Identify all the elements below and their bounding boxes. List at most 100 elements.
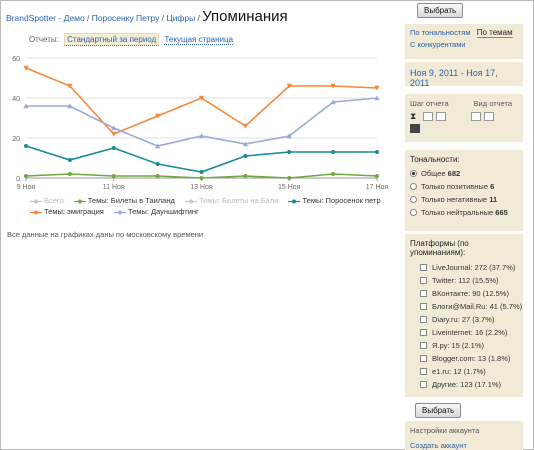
checkbox-icon[interactable]: [420, 316, 427, 323]
checkbox-icon[interactable]: [420, 264, 427, 271]
mode-by-topics-active[interactable]: По темам: [476, 28, 513, 38]
step-month-icon[interactable]: [410, 124, 420, 133]
report-tabs: Отчеты: Стандартный за период Текущая ст…: [29, 33, 234, 46]
platform-label: Я.ру: 15 (2.1%): [432, 341, 485, 350]
data-point: [375, 174, 379, 178]
series-line-5: [26, 97, 378, 147]
legend-item-all[interactable]: Всего: [30, 195, 64, 206]
breadcrumb-link-figures[interactable]: Цифры: [166, 13, 195, 23]
x-tick-label: 15 Ноя: [278, 184, 301, 191]
tonality-option-neutral[interactable]: Только нейтральные 665: [410, 206, 518, 219]
mode-competitors-link[interactable]: С конкурентами: [410, 40, 466, 49]
breadcrumb: BrandSpotter - Демо / Поросенку Петру / …: [6, 8, 288, 25]
series-line-3: [25, 145, 377, 173]
platform-label: LiveJournal: 272 (37.7%): [432, 263, 516, 272]
create-account-link[interactable]: Создать аккаунт: [410, 441, 467, 450]
y-tick-label: 40: [12, 96, 20, 103]
checkbox-icon[interactable]: [420, 342, 427, 349]
legend-label: Темы: Билеты на Бали: [198, 196, 279, 205]
platform-item[interactable]: Я.ру: 15 (2.1%): [420, 339, 518, 352]
data-point: [287, 176, 292, 180]
tonality-panel: Тональности: Общее 682 Только позитивные…: [405, 150, 523, 231]
platform-label: Liveinternet: 16 (2.2%): [432, 328, 508, 337]
data-point: [155, 162, 160, 166]
legend-marker-icon: [288, 199, 301, 204]
legend-item-emigration[interactable]: Темы: эмиграция: [30, 206, 104, 217]
platform-item[interactable]: ВКонтакте: 90 (12.5%): [420, 287, 518, 300]
tonality-option-negative[interactable]: Только негативные 11: [410, 193, 518, 206]
radio-icon[interactable]: [410, 183, 417, 190]
period-range-link[interactable]: Ноя 9, 2011 - Ноя 17, 2011: [410, 68, 498, 88]
platform-label: Другие: 123 (17.1%): [432, 380, 502, 389]
report-step-panel: Шаг отчета Вид отчета ⧗: [405, 94, 523, 142]
checkbox-icon[interactable]: [420, 381, 427, 388]
tonality-heading: Тональности:: [410, 155, 460, 164]
platform-label: ВКонтакте: 90 (12.5%): [432, 289, 509, 298]
legend-label: Темы: Поросенок петр: [302, 196, 381, 205]
report-tabs-label: Отчеты:: [29, 35, 59, 44]
data-point: [199, 176, 204, 180]
checkbox-icon[interactable]: [420, 368, 427, 375]
legend-marker-icon: [30, 210, 42, 215]
data-point: [155, 174, 160, 178]
tab-current-page[interactable]: Текущая страница: [164, 35, 234, 45]
legend-marker-icon: [73, 199, 86, 204]
platform-item[interactable]: Блоги@Mail.Ru: 41 (5.7%): [420, 300, 522, 313]
checkbox-icon[interactable]: [420, 290, 427, 297]
breadcrumb-link-project[interactable]: Поросенку Петру: [92, 13, 160, 23]
platform-label: e1.ru: 12 (1.7%): [432, 367, 486, 376]
platform-item[interactable]: Diary.ru: 27 (3.7%): [420, 313, 518, 326]
breadcrumb-link-demo[interactable]: BrandSpotter - Демо: [6, 13, 85, 23]
line-chart-icon[interactable]: [471, 112, 481, 121]
checkbox-icon[interactable]: [420, 277, 427, 284]
y-tick-label: 60: [12, 56, 20, 63]
legend-label: Темы: эмиграция: [44, 207, 104, 216]
tonality-count: 682: [447, 169, 461, 178]
legend-marker-icon: [184, 199, 197, 204]
account-settings-heading: Настройки аккаунта: [410, 426, 480, 435]
legend-item-piglet[interactable]: Темы: Поросенок петр: [288, 195, 381, 206]
table-view-icon[interactable]: [484, 112, 494, 121]
select-button-top[interactable]: Выбрать: [417, 3, 464, 18]
platform-item[interactable]: LiveJournal: 272 (37.7%): [420, 261, 518, 274]
mode-by-tonality-link[interactable]: По тональностям: [410, 28, 470, 37]
platform-label: Diary.ru: 27 (3.7%): [432, 315, 495, 324]
data-point: [24, 144, 28, 148]
data-point: [287, 150, 292, 154]
legend-marker-icon: [113, 210, 126, 215]
platform-item[interactable]: Другие: 123 (17.1%): [420, 378, 518, 391]
account-panel: Настройки аккаунта Создать аккаунт: [405, 421, 523, 450]
period-panel: Ноя 9, 2011 - Ноя 17, 2011: [405, 62, 523, 88]
data-point: [67, 172, 72, 176]
report-view-label: Вид отчета: [473, 99, 512, 108]
step-week-icon[interactable]: [436, 112, 446, 121]
checkbox-icon[interactable]: [420, 329, 427, 336]
tab-standard-period[interactable]: Стандартный за период: [64, 33, 160, 46]
legend-item-bali[interactable]: Темы: Билеты на Бали: [184, 195, 279, 206]
step-day-icon[interactable]: [423, 112, 433, 121]
tonality-label: Только негативные: [421, 195, 488, 204]
data-point: [242, 123, 248, 129]
legend-item-thailand[interactable]: Темы: Билеты в Таиланд: [73, 195, 175, 206]
legend-label: Всего: [44, 196, 64, 205]
platform-item[interactable]: e1.ru: 12 (1.7%): [420, 365, 518, 378]
radio-icon[interactable]: [410, 196, 417, 203]
radio-icon[interactable]: [410, 209, 417, 216]
data-point: [243, 154, 248, 158]
platform-item[interactable]: Liveinternet: 16 (2.2%): [420, 326, 518, 339]
checkbox-icon[interactable]: [420, 303, 427, 310]
radio-icon[interactable]: [410, 170, 417, 177]
tonality-option-positive[interactable]: Только позитивные 6: [410, 180, 518, 193]
select-button-bottom[interactable]: Выбрать: [415, 403, 462, 418]
legend-item-downshifting[interactable]: Темы: Дауншифтинг: [113, 206, 199, 217]
hourglass-icon[interactable]: ⧗: [410, 112, 420, 121]
platform-item[interactable]: Blogger.com: 13 (1.8%): [420, 352, 518, 365]
tonality-label: Только нейтральные: [421, 208, 494, 217]
tonality-option-all[interactable]: Общее 682: [410, 167, 518, 180]
platform-item[interactable]: Twitter: 112 (15.5%): [420, 274, 518, 287]
x-tick-label: 11 Ноя: [103, 184, 125, 191]
legend-marker-icon: [30, 199, 42, 204]
tonality-count: 6: [490, 182, 495, 191]
data-point: [111, 131, 117, 137]
checkbox-icon[interactable]: [420, 355, 427, 362]
